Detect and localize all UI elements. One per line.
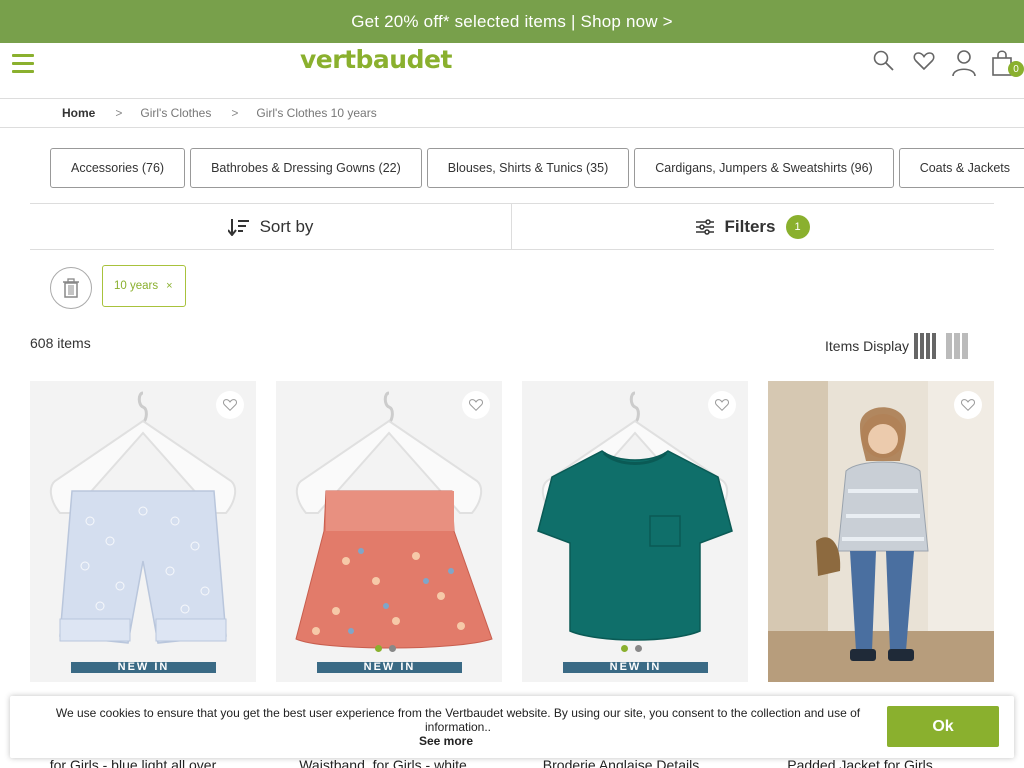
remove-filter-icon[interactable]: × (166, 280, 172, 292)
new-in-label: NEW IN (563, 662, 708, 673)
product-title[interactable]: Broderie Anglaise Details (508, 757, 734, 768)
product-card[interactable] (768, 381, 994, 682)
product-title[interactable]: Waistband, for Girls - white (270, 757, 496, 768)
basket-count-badge: 0 (1008, 61, 1024, 77)
site-header: vertbaudet 0 (0, 43, 1024, 99)
wishlist-heart-icon[interactable] (954, 391, 982, 419)
category-chip-coats[interactable]: Coats & Jackets (898, 148, 1024, 188)
color-swatch[interactable] (375, 645, 382, 652)
breadcrumb-separator: > (115, 106, 123, 120)
product-card[interactable]: NEW IN (30, 381, 256, 682)
wishlist-heart-icon[interactable] (462, 391, 490, 419)
filters-label: Filters (724, 216, 776, 236)
product-title[interactable]: Padded Jacket for Girls (747, 757, 973, 768)
category-chip-blouses[interactable]: Blouses, Shirts & Tunics (35) (426, 148, 630, 188)
new-in-label: NEW IN (317, 662, 462, 673)
breadcrumb-separator: > (231, 106, 239, 120)
category-chips[interactable]: Accessories (76) Bathrobes & Dressing Gow… (50, 148, 1024, 188)
results-count: 608 items (30, 335, 91, 351)
active-filter-label: 10 years (114, 280, 159, 292)
product-image (768, 381, 994, 682)
account-icon[interactable] (951, 49, 977, 77)
heart-icon[interactable] (912, 49, 938, 77)
cookie-message: We use cookies to ensure that you get th… (55, 706, 861, 734)
product-image (276, 381, 502, 682)
cookie-banner: We use cookies to ensure that you get th… (10, 696, 1014, 758)
trash-icon (63, 278, 79, 298)
product-image (30, 381, 256, 682)
breadcrumb-home[interactable]: Home (62, 106, 95, 120)
product-card[interactable]: NEW IN (522, 381, 748, 682)
wishlist-heart-icon[interactable] (708, 391, 736, 419)
cookie-see-more-link[interactable]: See more (10, 734, 882, 748)
category-chip-bathrobes[interactable]: Bathrobes & Dressing Gowns (22) (190, 148, 422, 188)
color-swatch[interactable] (389, 645, 396, 652)
search-icon[interactable] (872, 49, 898, 77)
sort-icon (227, 218, 249, 236)
breadcrumb-current: Girl's Clothes 10 years (256, 106, 377, 120)
category-chip-accessories[interactable]: Accessories (76) (50, 148, 186, 188)
new-in-label: NEW IN (71, 662, 216, 673)
color-swatches[interactable] (621, 645, 649, 652)
sort-label: Sort by (259, 216, 314, 236)
color-swatch[interactable] (621, 645, 628, 652)
product-card[interactable]: NEW IN (276, 381, 502, 682)
product-title[interactable]: for Girls - blue light all over (20, 757, 246, 768)
filters-button[interactable]: Filters 1 (512, 204, 994, 249)
promo-text[interactable]: Get 20% off* selected items | Shop now > (351, 12, 673, 32)
filters-count-badge: 1 (785, 214, 810, 239)
breadcrumb: Home > Girl's Clothes > Girl's Clothes 1… (0, 99, 1024, 128)
items-display-label: Items Display (825, 338, 910, 354)
wishlist-heart-icon[interactable] (216, 391, 244, 419)
promo-banner[interactable]: Get 20% off* selected items | Shop now > (0, 0, 1024, 43)
logo[interactable]: vertbaudet (300, 45, 452, 74)
product-image (522, 381, 748, 682)
menu-icon[interactable] (12, 54, 34, 76)
clear-filters-button[interactable] (50, 267, 92, 309)
sort-button[interactable]: Sort by (30, 204, 512, 249)
grid-4-icon[interactable] (914, 333, 938, 359)
category-chip-cardigans[interactable]: Cardigans, Jumpers & Sweatshirts (96) (634, 148, 894, 188)
breadcrumb-girls-clothes[interactable]: Girl's Clothes (140, 106, 211, 120)
cookie-ok-button[interactable]: Ok (887, 706, 999, 747)
color-swatches[interactable] (375, 645, 403, 652)
grid-3-icon[interactable] (946, 333, 970, 359)
active-filter-10-years[interactable]: 10 years × (102, 265, 186, 307)
filters-icon (696, 218, 715, 235)
items-display: Items Display (825, 332, 970, 360)
color-swatch[interactable] (635, 645, 642, 652)
sort-filter-bar: Sort by Filters 1 (30, 203, 994, 250)
